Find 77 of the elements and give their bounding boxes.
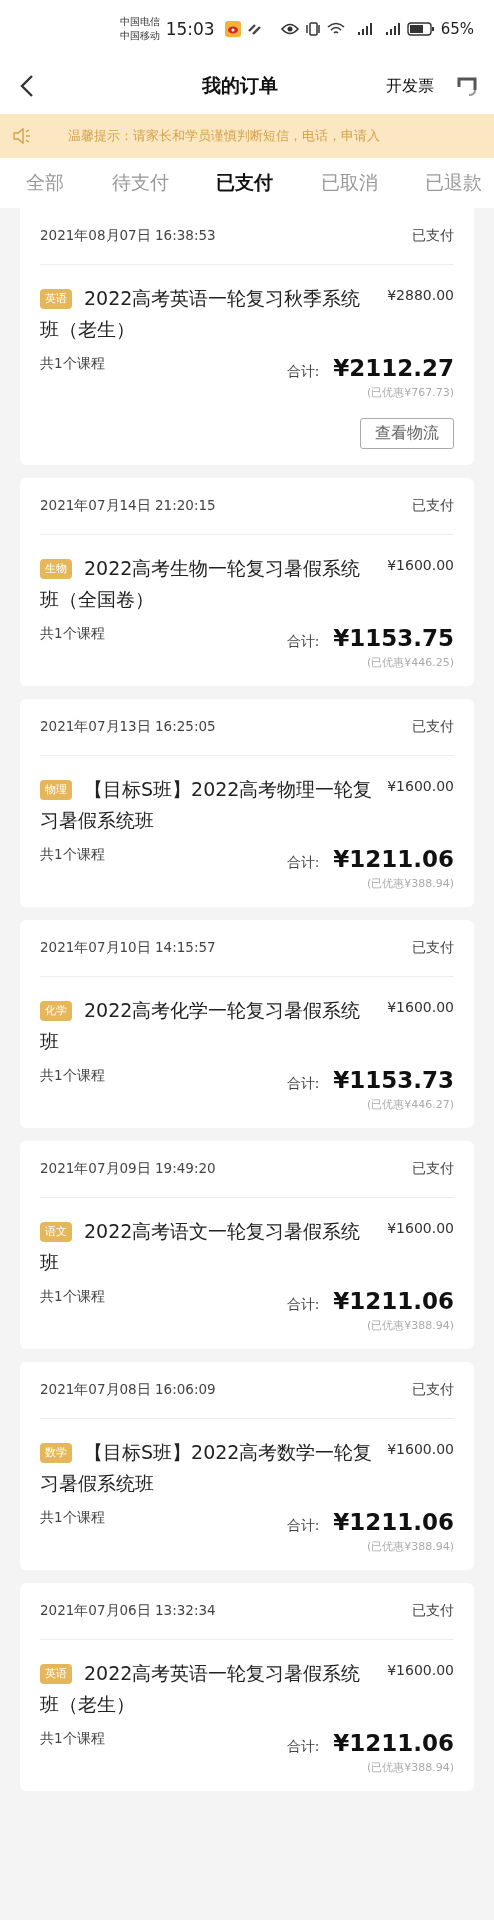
- order-time: 2021年07月14日 21:20:15: [40, 497, 216, 515]
- course-price: ¥1600.00: [387, 998, 454, 1015]
- order-status: 已支付: [412, 227, 454, 245]
- course-title: 数学 【目标S班】2022高考数学一轮复习暑假系统班: [40, 1440, 374, 1496]
- order-status: 已支付: [412, 939, 454, 957]
- total-label: 合计:: [286, 854, 320, 872]
- course-count: 共1个课程: [40, 1509, 105, 1527]
- total-amount: ¥1211.06: [333, 1509, 454, 1535]
- page-title: 我的订单: [201, 73, 279, 98]
- course-price: ¥1600.00: [387, 556, 454, 573]
- total-label: 合计:: [286, 1296, 320, 1314]
- total-amount: ¥1211.06: [333, 1730, 454, 1756]
- vibrate-icon: [304, 22, 321, 36]
- total-amount: ¥1153.75: [333, 625, 454, 651]
- discount-note: (已优惠¥388.94): [366, 1760, 454, 1775]
- discount-note: (已优惠¥446.27): [366, 1097, 454, 1112]
- course-title: 物理 【目标S班】2022高考物理一轮复习暑假系统班: [40, 777, 374, 833]
- battery-percent: 65%: [440, 20, 474, 38]
- discount-note: (已优惠¥767.73): [366, 385, 454, 400]
- battery-icon: [406, 22, 435, 36]
- eye-icon: [280, 23, 299, 35]
- order-time: 2021年07月10日 14:15:57: [40, 939, 216, 957]
- total-label: 合计:: [286, 633, 320, 651]
- course-title: 语文 2022高考语文一轮复习暑假系统班: [40, 1219, 362, 1275]
- filter-tab[interactable]: 已取消: [320, 170, 378, 196]
- filter-tab[interactable]: 待支付: [111, 170, 169, 196]
- course-price: ¥2880.00: [387, 286, 454, 303]
- course-price: ¥1600.00: [387, 777, 454, 794]
- total-amount: ¥2112.27: [333, 355, 454, 381]
- course-title: 化学 2022高考化学一轮复习暑假系统班: [40, 998, 362, 1054]
- order-time: 2021年08月07日 16:38:53: [40, 227, 216, 245]
- total-label: 合计:: [286, 363, 320, 381]
- course-price: ¥1600.00: [387, 1219, 454, 1236]
- total-amount: ¥1211.06: [333, 1288, 454, 1314]
- wifi-icon: [326, 22, 345, 36]
- course-count: 共1个课程: [40, 625, 105, 643]
- total-label: 合计:: [286, 1075, 320, 1093]
- carrier-name: 中国电信: [119, 15, 160, 29]
- order-time: 2021年07月06日 13:32:34: [40, 1602, 216, 1620]
- total-label: 合计:: [286, 1517, 320, 1535]
- invoice-link[interactable]: 开发票: [386, 75, 434, 97]
- course-title: 生物 2022高考生物一轮复习暑假系统班（全国卷）: [40, 556, 362, 612]
- course-title: 英语 2022高考英语一轮复习秋季系统班（老生）: [40, 286, 362, 342]
- order-status: 已支付: [412, 1381, 454, 1399]
- discount-note: (已优惠¥388.94): [366, 1318, 454, 1333]
- course-title: 英语 2022高考英语一轮复习暑假系统班（老生）: [40, 1661, 362, 1717]
- total-amount: ¥1211.06: [333, 846, 454, 872]
- course-count: 共1个课程: [40, 846, 105, 864]
- discount-note: (已优惠¥388.94): [366, 1539, 454, 1554]
- clock-time: 15:03: [165, 19, 215, 39]
- order-time: 2021年07月09日 19:49:20: [40, 1160, 216, 1178]
- filter-tab[interactable]: 全部: [26, 170, 64, 196]
- course-price: ¥1600.00: [387, 1661, 454, 1678]
- link-icon: [246, 22, 263, 36]
- course-count: 共1个课程: [40, 1288, 105, 1306]
- filter-tab[interactable]: 已退款: [425, 170, 482, 196]
- back-icon[interactable]: [20, 74, 34, 98]
- course-price: ¥1600.00: [387, 1440, 454, 1457]
- app-notification-icon: [224, 21, 241, 37]
- order-time: 2021年07月08日 16:06:09: [40, 1381, 216, 1399]
- notice-text: 温馨提示：请家长和学员谨慎判断短信，电话，申请入: [68, 127, 380, 145]
- filter-tab[interactable]: 已支付: [216, 170, 273, 196]
- course-count: 共1个课程: [40, 1067, 105, 1085]
- discount-note: (已优惠¥388.94): [366, 876, 454, 891]
- order-status: 已支付: [412, 1602, 454, 1620]
- total-amount: ¥1153.73: [333, 1067, 454, 1093]
- order-status: 已支付: [412, 1160, 454, 1178]
- course-count: 共1个课程: [40, 355, 105, 373]
- carrier-name: 中国移动: [119, 29, 160, 43]
- course-count: 共1个课程: [40, 1730, 105, 1748]
- speaker-icon: [12, 128, 32, 144]
- order-time: 2021年07月13日 16:25:05: [40, 718, 216, 736]
- order-status: 已支付: [412, 718, 454, 736]
- total-label: 合计:: [286, 1738, 320, 1756]
- order-status: 已支付: [412, 497, 454, 515]
- discount-note: (已优惠¥446.25): [366, 655, 454, 670]
- logistics-button[interactable]: 查看物流: [360, 418, 454, 449]
